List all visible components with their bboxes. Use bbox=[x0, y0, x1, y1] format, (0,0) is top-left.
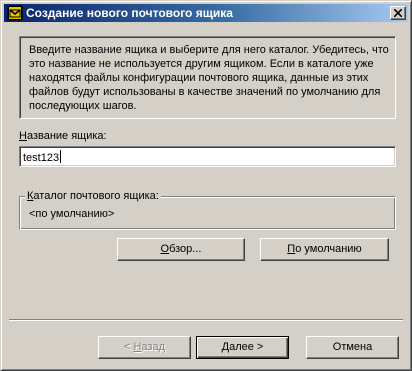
app-envelope-icon bbox=[7, 5, 23, 21]
mailbox-name-input[interactable]: test123 bbox=[19, 146, 396, 167]
mailbox-name-label: Название ящика: bbox=[19, 130, 107, 142]
close-button[interactable] bbox=[390, 6, 406, 20]
mailbox-name-value: test123 bbox=[23, 152, 60, 164]
browse-button[interactable]: Обзор... bbox=[117, 238, 245, 261]
intro-text: Введите название ящика и выберите для не… bbox=[29, 44, 389, 112]
title-bar[interactable]: Создание нового почтового ящика bbox=[4, 4, 408, 22]
folder-path-value: <по умолчанию> bbox=[29, 208, 115, 220]
use-default-button[interactable]: По умолчанию bbox=[260, 238, 389, 261]
folder-group-legend: Каталог почтового ящика: bbox=[25, 190, 161, 202]
back-button-label: азад bbox=[141, 341, 165, 353]
next-button-label: алее > bbox=[229, 341, 264, 353]
browse-button-accel: О bbox=[160, 243, 170, 255]
window-title: Создание нового почтового ящика bbox=[26, 6, 233, 20]
close-icon bbox=[394, 9, 402, 17]
mailbox-name-label-text: азвание ящика: bbox=[26, 130, 107, 142]
cancel-button[interactable]: Отмена bbox=[306, 336, 399, 359]
next-button-accel: Д bbox=[221, 341, 230, 353]
browse-button-label: бзор... bbox=[169, 243, 202, 255]
dialog-window: Создание нового почтового ящика Введите … bbox=[0, 0, 412, 371]
intro-panel: Введите название ящика и выберите для не… bbox=[19, 36, 396, 119]
footer-separator bbox=[9, 319, 403, 321]
use-default-button-label: о умолчанию bbox=[295, 243, 362, 255]
back-button[interactable]: < Назад bbox=[98, 336, 191, 359]
next-button[interactable]: Далее > bbox=[196, 336, 289, 359]
text-caret bbox=[60, 150, 62, 163]
folder-legend-text: аталог почтового ящика: bbox=[33, 190, 159, 202]
mailbox-name-label-accel: Н bbox=[19, 130, 27, 142]
